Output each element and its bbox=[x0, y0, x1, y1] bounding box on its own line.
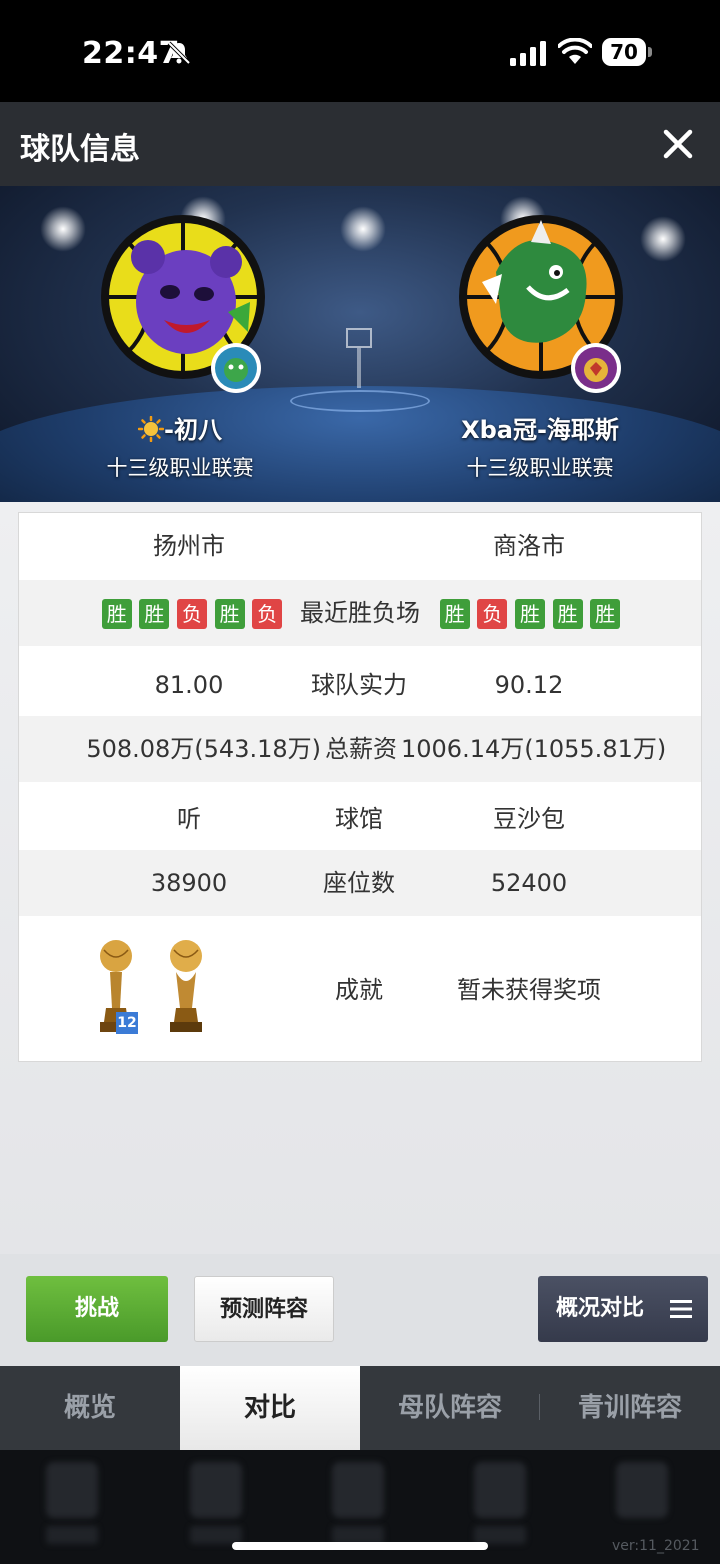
tab-youth-roster[interactable]: 青训阵容 bbox=[540, 1366, 720, 1450]
away-recent-results: 胜 负 胜 胜 胜 bbox=[435, 580, 625, 646]
away-arena: 豆沙包 bbox=[493, 805, 565, 833]
away-seats: 52400 bbox=[490, 869, 568, 897]
result-badge: 胜 bbox=[101, 599, 132, 629]
recent-results-row: 胜 胜 负 胜 负 最近胜负场 胜 负 胜 胜 胜 bbox=[19, 580, 701, 646]
away-league-badge-icon bbox=[571, 343, 621, 393]
achievements-label: 成就 bbox=[335, 976, 383, 1004]
home-arena: 听 bbox=[177, 805, 201, 833]
wifi-icon bbox=[558, 38, 592, 64]
trophy-count-badge: 12 bbox=[116, 1012, 138, 1034]
hoop-pole bbox=[357, 348, 361, 388]
home-recent-results: 胜 胜 负 胜 负 bbox=[97, 580, 287, 646]
home-seats: 38900 bbox=[150, 869, 228, 897]
result-badge: 胜 bbox=[552, 599, 583, 629]
court-circle bbox=[290, 390, 430, 412]
home-strength: 81.00 bbox=[154, 671, 224, 699]
result-badge: 负 bbox=[252, 599, 283, 629]
result-badge: 胜 bbox=[515, 599, 545, 629]
result-badge: 胜 bbox=[590, 599, 621, 629]
nav-ghost-icon bbox=[190, 1462, 242, 1518]
salary-row: 508.08万(543.18万) 总薪资 1006.14万(1055.81万) bbox=[19, 716, 701, 782]
nav-ghost-icon bbox=[332, 1462, 384, 1518]
nav-ghost-icon bbox=[616, 1462, 668, 1518]
version-label: ver:11_2021 bbox=[612, 1538, 700, 1554]
result-badge: 负 bbox=[477, 599, 508, 629]
nav-ghost-icon bbox=[46, 1462, 98, 1518]
signal-icon bbox=[510, 41, 546, 66]
challenge-button[interactable]: 挑战 bbox=[26, 1276, 168, 1342]
battery-indicator: 70 bbox=[602, 38, 652, 66]
arena-row: 听 球馆 豆沙包 bbox=[19, 786, 701, 852]
away-achievements: 暂未获得奖项 bbox=[457, 976, 601, 1004]
home-team-name[interactable]: -初八 bbox=[50, 410, 310, 445]
away-team-name[interactable]: Xba冠-海耶斯 bbox=[410, 410, 670, 445]
home-city: 扬州市 bbox=[153, 532, 225, 560]
away-city: 商洛市 bbox=[493, 532, 565, 560]
modal-header: 球队信息 bbox=[0, 102, 720, 186]
nav-ghost-label bbox=[46, 1526, 98, 1544]
home-indicator[interactable] bbox=[232, 1542, 488, 1550]
tab-compare[interactable]: 对比 bbox=[180, 1366, 360, 1450]
status-bar: 22:47 70 bbox=[0, 0, 720, 102]
away-team-league: 十三级职业联赛 bbox=[466, 456, 614, 480]
arena-light bbox=[640, 216, 686, 262]
menu-icon bbox=[670, 1300, 692, 1318]
battery-level: 70 bbox=[602, 38, 646, 66]
seats-row: 38900 座位数 52400 bbox=[19, 850, 701, 916]
tab-overview[interactable]: 概览 bbox=[0, 1366, 180, 1450]
arena-light bbox=[340, 206, 386, 252]
home-salary: 508.08万(543.18万) bbox=[86, 735, 321, 763]
arena-label: 球馆 bbox=[335, 805, 383, 833]
tab-parent-roster[interactable]: 母队阵容 bbox=[360, 1366, 540, 1450]
seats-label: 座位数 bbox=[323, 869, 395, 897]
arena-light bbox=[40, 206, 86, 252]
result-badge: 胜 bbox=[214, 599, 245, 629]
home-team-league: 十三级职业联赛 bbox=[106, 456, 254, 480]
battery-tip bbox=[648, 47, 652, 57]
away-salary: 1006.14万(1055.81万) bbox=[401, 735, 667, 763]
recent-results-label: 最近胜负场 bbox=[300, 599, 420, 627]
result-badge: 胜 bbox=[439, 599, 470, 629]
away-strength: 90.12 bbox=[494, 671, 564, 699]
home-league-badge-icon bbox=[211, 343, 261, 393]
close-icon[interactable] bbox=[662, 128, 694, 160]
predict-lineup-button[interactable]: 预测阵容 bbox=[194, 1276, 334, 1342]
modal-title: 球队信息 bbox=[20, 132, 140, 167]
sun-icon bbox=[138, 416, 165, 442]
result-badge: 负 bbox=[177, 599, 207, 629]
result-badge: 胜 bbox=[139, 599, 170, 629]
trophy-icon[interactable] bbox=[164, 938, 208, 1036]
strength-label: 球队实力 bbox=[311, 671, 407, 699]
strength-row: 81.00 球队实力 90.12 bbox=[19, 652, 701, 718]
home-team-name-text: -初八 bbox=[164, 416, 222, 444]
basketball-hoop bbox=[346, 328, 372, 348]
salary-label: 总薪资 bbox=[325, 735, 397, 763]
bell-muted-icon bbox=[167, 41, 191, 65]
city-row: 扬州市 商洛市 bbox=[19, 513, 701, 579]
nav-ghost-icon bbox=[474, 1462, 526, 1518]
